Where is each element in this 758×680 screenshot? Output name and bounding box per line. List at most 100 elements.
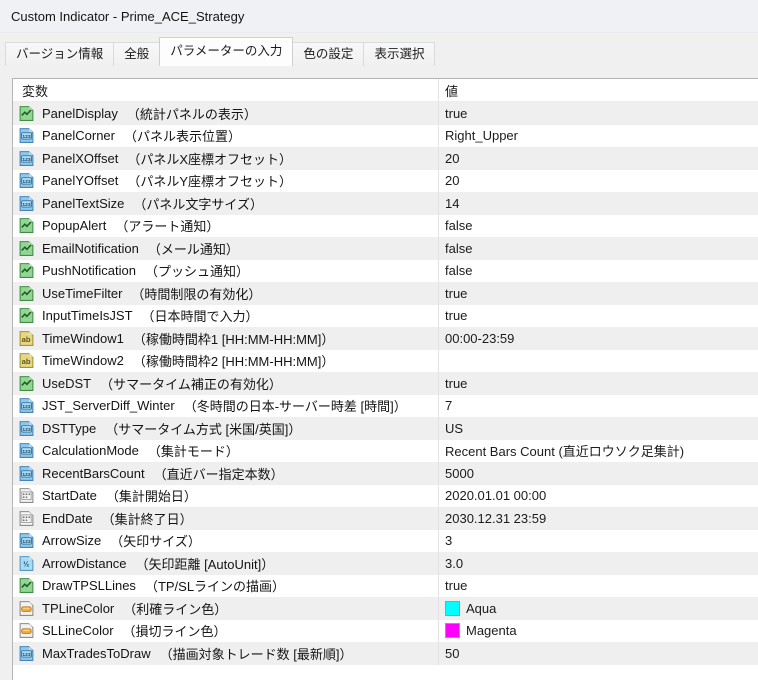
table-row[interactable]: 123 DSTType （サマータイム方式 [米国/英国]） US [13,417,758,440]
integer-param-icon: 123 [18,172,35,189]
param-value[interactable]: true [438,372,758,395]
param-value[interactable]: 20 [438,169,758,192]
param-variable-cell: SLLineColor （損切ライン色） [13,620,438,643]
param-value-text: 14 [445,195,460,211]
table-row[interactable]: PopupAlert （アラート通知） false [13,214,758,238]
param-value[interactable]: Magenta [438,619,758,642]
param-variable-cell: ab TimeWindow2 （稼働時間枠2 [HH:MM-HH:MM]） [13,350,438,373]
tab-common[interactable]: 全般 [113,42,161,66]
tab-colors[interactable]: 色の設定 [292,42,365,66]
param-name: UseDST [42,375,92,391]
string-param-icon: ab [18,352,35,369]
param-value[interactable]: true [438,102,758,125]
param-name: PanelTextSize [42,195,125,211]
param-value-text: 2030.12.31 23:59 [445,510,547,526]
param-name: PanelYOffset [42,173,119,189]
param-name: MaxTradesToDraw [42,645,151,661]
table-row[interactable]: 123 PanelXOffset （パネルX座標オフセット） 20 [13,147,758,170]
param-value-text: true [445,285,468,301]
table-row[interactable]: SLLineColor （損切ライン色） Magenta [13,619,758,643]
param-variable-cell: PopupAlert （アラート通知） [13,215,438,238]
table-row[interactable]: 123 CalculationMode （集計モード） Recent Bars Cou… [13,439,758,462]
param-description: （集計終了日） [101,511,193,527]
param-description: （パネル表示位置） [124,129,242,145]
table-row[interactable]: 123 RecentBarsCount （直近バー指定本数） 5000 [13,462,758,485]
param-value-text: true [445,105,468,121]
param-variable-cell: EndDate （集計終了日） [13,507,438,530]
window-title: Custom Indicator - Prime_ACE_Strategy [11,8,245,24]
table-row[interactable]: ab TimeWindow1 （稼働時間枠1 [HH:MM-HH:MM]） 00:00… [13,327,758,350]
param-value[interactable]: true [438,282,758,305]
boolean-param-icon [18,307,35,324]
param-value-text: 5000 [445,465,474,481]
param-description: （パネルY座標オフセット） [127,174,293,190]
table-row[interactable]: DrawTPSLLines （TP/SLラインの描画） true [13,574,758,597]
param-value[interactable]: 14 [438,192,758,215]
param-value[interactable] [438,349,758,372]
table-row[interactable]: ½ ArrowDistance （矢印距離 [AutoUnit]） 3.0 [13,552,758,575]
table-row[interactable]: UseTimeFilter （時間制限の有効化） true [13,282,758,305]
column-header-value: 値 [438,79,758,101]
tab-parameters[interactable]: パラメーターの入力 [159,37,294,66]
param-value[interactable]: 3 [438,529,758,552]
param-value[interactable]: 50 [438,642,758,665]
param-value-text: 2020.01.01 00:00 [445,488,547,504]
param-value[interactable]: Aqua [438,597,758,620]
param-name: PopupAlert [42,218,107,234]
table-row[interactable]: 123 JST_ServerDiff_Winter （冬時間の日本-サーバー時差 [… [13,394,758,417]
param-name: ArrowSize [42,533,102,549]
param-value-text: true [445,308,468,324]
tab-display[interactable]: 表示選択 [363,42,436,66]
param-description: （サマータイム補正の有効化） [100,376,282,392]
param-description: （パネルX座標オフセット） [127,151,293,167]
param-value[interactable]: false [438,237,758,260]
table-row[interactable]: PanelDisplay （統計パネルの表示） true [13,102,758,125]
table-row[interactable]: 123 PanelYOffset （パネルY座標オフセット） 20 [13,169,758,192]
param-value[interactable]: 2030.12.31 23:59 [438,507,758,530]
param-value[interactable]: 00:00-23:59 [438,327,758,350]
tab-version[interactable]: バージョン情報 [5,42,115,66]
param-value[interactable]: US [438,417,758,440]
param-value[interactable]: true [438,304,758,327]
table-row[interactable]: StartDate （集計開始日） 2020.01.01 00:00 [13,484,758,507]
table-row[interactable]: UseDST （サマータイム補正の有効化） true [13,372,758,395]
table-row[interactable]: EndDate （集計終了日） 2030.12.31 23:59 [13,507,758,530]
param-variable-cell: InputTimeIsJST （日本時間で入力） [13,305,438,328]
table-row[interactable]: 123 MaxTradesToDraw （描画対象トレード数 [最新順]） 50 [13,642,758,665]
svg-text:123: 123 [22,472,30,478]
table-row[interactable]: 123 ArrowSize （矢印サイズ） 3 [13,529,758,552]
double-param-icon: ½ [18,555,35,572]
param-description: （プッシュ通知） [144,264,249,280]
table-row[interactable]: PushNotification （プッシュ通知） false [13,259,758,282]
param-name: PanelXOffset [42,150,119,166]
param-value-text: 20 [445,150,460,166]
integer-param-icon: 123 [18,127,35,144]
param-value[interactable]: 5000 [438,462,758,485]
param-description: （集計開始日） [105,489,197,505]
color-param-icon [18,622,35,639]
param-value[interactable]: 3.0 [438,552,758,575]
param-value[interactable]: false [438,214,758,237]
table-row[interactable]: ab TimeWindow2 （稼働時間枠2 [HH:MM-HH:MM]） [13,349,758,373]
param-value[interactable]: false [438,259,758,282]
table-row[interactable]: 123 PanelCorner （パネル表示位置） Right_Upper [13,124,758,147]
param-value[interactable]: 20 [438,147,758,170]
param-value[interactable]: 2020.01.01 00:00 [438,484,758,507]
param-description: （直近バー指定本数） [153,466,284,482]
param-value[interactable]: Right_Upper [438,124,758,147]
param-value[interactable]: 7 [438,394,758,417]
param-value[interactable]: true [438,574,758,597]
param-name: PushNotification [42,263,136,279]
tab-strip: バージョン情報 全般 パラメーターの入力 色の設定 表示選択 [5,37,436,66]
boolean-param-icon [18,240,35,257]
table-row[interactable]: InputTimeIsJST （日本時間で入力） true [13,304,758,328]
boolean-param-icon [18,262,35,279]
table-row[interactable]: 123 PanelTextSize （パネル文字サイズ） 14 [13,192,758,215]
table-row[interactable]: EmailNotification （メール通知） false [13,237,758,260]
param-value[interactable]: Recent Bars Count (直近ロウソク足集計) [438,439,758,462]
table-row[interactable]: TPLineColor （利確ライン色） Aqua [13,597,758,620]
svg-text:123: 123 [22,157,30,163]
param-description: （冬時間の日本-サーバー時差 [時間]） [183,399,407,415]
param-variable-cell: 123 RecentBarsCount （直近バー指定本数） [13,462,438,485]
window-titlebar: Custom Indicator - Prime_ACE_Strategy [0,0,758,33]
